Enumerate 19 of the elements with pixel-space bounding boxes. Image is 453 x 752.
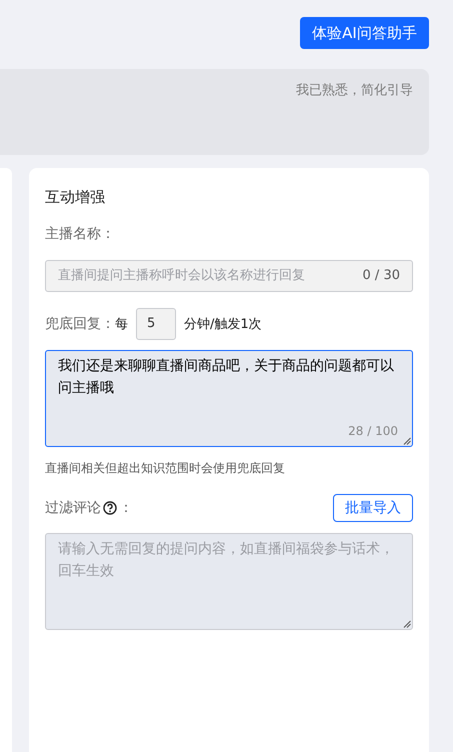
interval-suffix: 分钟/触发1次 <box>184 316 262 333</box>
interval-input[interactable]: 5 <box>136 308 176 340</box>
help-icon[interactable] <box>103 501 117 515</box>
resize-handle-icon[interactable] <box>403 620 411 628</box>
hint-text: 直播间相关但超出知识范围时会使用兜底回复 <box>45 460 285 476</box>
resize-handle-icon[interactable] <box>403 437 411 445</box>
field-label: 主播名称： <box>45 225 115 244</box>
char-counter: 28 / 100 <box>348 423 398 440</box>
field-label: 过滤评论 <box>45 499 101 518</box>
reply-textarea[interactable]: 我们还是来聊聊直播间商品吧，关于商品的问题都可以问主播哦 28 / 100 <box>45 350 413 447</box>
field-label: 兜底回复： <box>45 315 115 334</box>
simplify-guide-link[interactable]: 我已熟悉，简化引导 <box>296 83 413 99</box>
card-title: 互动增强 <box>45 187 105 208</box>
batch-import-button[interactable]: 批量导入 <box>333 494 413 522</box>
char-counter: 0 / 30 <box>362 267 400 285</box>
interval-prefix: 每 <box>115 316 128 333</box>
label-colon: ： <box>119 499 133 518</box>
input-field[interactable]: 直播间提问主播称呼时会以该名称进行回复 0 / 30 <box>45 260 413 292</box>
ai-assistant-button[interactable]: 体验AI问答助手 <box>300 17 429 49</box>
